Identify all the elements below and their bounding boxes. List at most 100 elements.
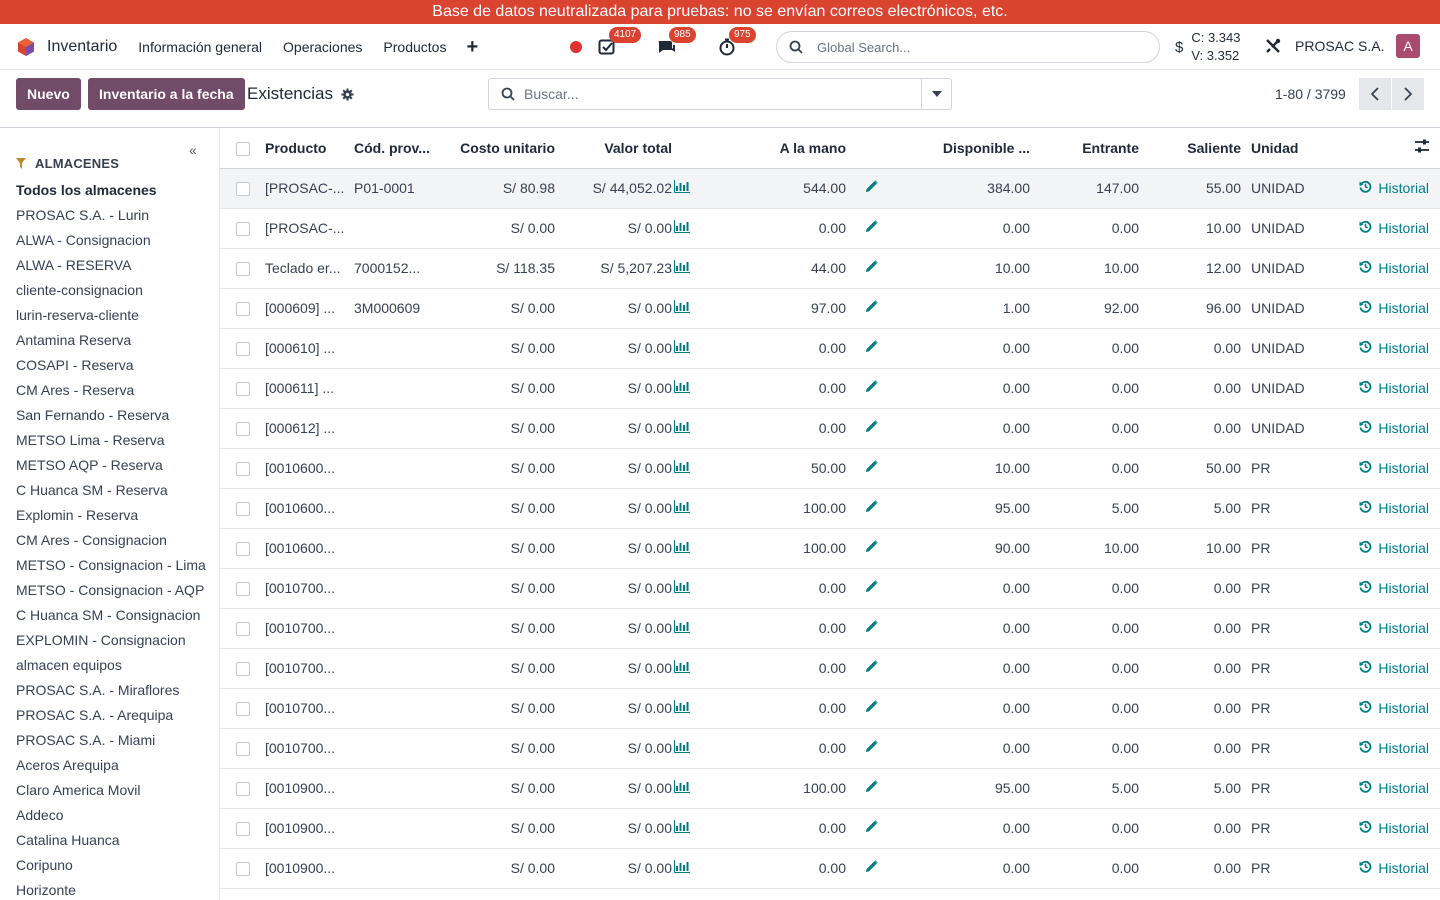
sidebar-item[interactable]: METSO - Consignacion - Lima xyxy=(16,553,219,578)
pencil-icon[interactable] xyxy=(865,220,878,236)
bar-chart-icon[interactable] xyxy=(674,260,690,276)
sidebar-item[interactable]: ALWA - Consignacion xyxy=(16,228,219,253)
cell-producto[interactable]: [PROSAC-... xyxy=(265,168,354,209)
cell-producto[interactable]: [0010600... xyxy=(265,488,354,529)
history-button[interactable]: Historial xyxy=(1359,500,1429,516)
row-checkbox[interactable] xyxy=(236,742,250,757)
sidebar-item[interactable]: Addeco xyxy=(16,803,219,828)
history-button[interactable]: Historial xyxy=(1359,220,1429,236)
bar-chart-icon[interactable] xyxy=(674,540,690,556)
bar-chart-icon[interactable] xyxy=(674,300,690,316)
bar-chart-icon[interactable] xyxy=(674,660,690,676)
bar-chart-icon[interactable] xyxy=(674,700,690,716)
pencil-icon[interactable] xyxy=(865,780,878,796)
pencil-icon[interactable] xyxy=(865,500,878,516)
pencil-icon[interactable] xyxy=(865,700,878,716)
history-button[interactable]: Historial xyxy=(1359,460,1429,476)
history-button[interactable]: Historial xyxy=(1359,300,1429,316)
sidebar-item[interactable]: METSO AQP - Reserva xyxy=(16,453,219,478)
cell-producto[interactable]: [000610] ... xyxy=(265,328,354,369)
history-button[interactable]: Historial xyxy=(1359,180,1429,196)
bar-chart-icon[interactable] xyxy=(674,500,690,516)
sidebar-item[interactable]: Aceros Arequipa xyxy=(16,753,219,778)
cell-producto[interactable]: [0010700... xyxy=(265,608,354,649)
sidebar-item[interactable]: METSO - Consignacion - AQP xyxy=(16,578,219,603)
col-costo-unitario[interactable]: Costo unitario xyxy=(452,128,555,169)
table-row[interactable]: [PROSAC-... S/ 0.00 S/ 0.00 0.00 0.00 0.00 10.… xyxy=(220,208,1440,249)
row-checkbox[interactable] xyxy=(236,422,250,437)
sidebar-item[interactable]: PROSAC S.A. - Lurin xyxy=(16,203,219,228)
row-checkbox[interactable] xyxy=(236,462,250,477)
row-checkbox[interactable] xyxy=(236,782,250,797)
pencil-icon[interactable] xyxy=(865,660,878,676)
sidebar-item[interactable]: San Fernando - Reserva xyxy=(16,403,219,428)
bar-chart-icon[interactable] xyxy=(674,860,690,876)
exchange-rate-widget[interactable]: $ C: 3.343 V: 3.352 xyxy=(1175,29,1241,65)
history-button[interactable]: Historial xyxy=(1359,780,1429,796)
pencil-icon[interactable] xyxy=(865,380,878,396)
sidebar-item[interactable]: Coripuno xyxy=(16,853,219,878)
col-a-la-mano[interactable]: A la mano xyxy=(690,128,846,169)
pencil-icon[interactable] xyxy=(865,860,878,876)
sidebar-item[interactable]: Horizonte xyxy=(16,878,219,900)
pencil-icon[interactable] xyxy=(865,180,878,196)
sidebar-item[interactable]: C Huanca SM - Reserva xyxy=(16,478,219,503)
bar-chart-icon[interactable] xyxy=(674,460,690,476)
recording-dot-icon[interactable] xyxy=(570,41,582,53)
table-row[interactable]: [0010900... S/ 0.00 S/ 0.00 100.00 95.00 5.00… xyxy=(220,768,1440,809)
row-checkbox[interactable] xyxy=(236,382,250,397)
table-row[interactable]: [0010700... S/ 0.00 S/ 0.00 0.00 0.00 0.00 0.0… xyxy=(220,608,1440,649)
row-checkbox[interactable] xyxy=(236,622,250,637)
col-producto[interactable]: Producto xyxy=(265,128,354,169)
history-button[interactable]: Historial xyxy=(1359,660,1429,676)
history-button[interactable]: Historial xyxy=(1359,620,1429,636)
cell-producto[interactable]: [0010700... xyxy=(265,728,354,769)
bar-chart-icon[interactable] xyxy=(674,220,690,236)
bar-chart-icon[interactable] xyxy=(674,340,690,356)
history-button[interactable]: Historial xyxy=(1359,260,1429,276)
sidebar-collapse-icon[interactable]: « xyxy=(189,142,197,158)
company-switcher[interactable]: PROSAC S.A. xyxy=(1295,38,1384,54)
table-row[interactable]: [PROSAC-... P01-0001 S/ 80.98 S/ 44,052.02 5… xyxy=(220,168,1440,209)
sidebar-item[interactable]: Catalina Huanca xyxy=(16,828,219,853)
new-button[interactable]: Nuevo xyxy=(16,78,81,110)
history-button[interactable]: Historial xyxy=(1359,740,1429,756)
sidebar-item[interactable]: ALWA - RESERVA xyxy=(16,253,219,278)
history-button[interactable]: Historial xyxy=(1359,580,1429,596)
row-checkbox[interactable] xyxy=(236,342,250,357)
app-name[interactable]: Inventario xyxy=(47,38,117,56)
cell-producto[interactable]: [0010600... xyxy=(265,448,354,489)
pager-value[interactable]: 1-80 / 3799 xyxy=(1275,86,1346,102)
table-row[interactable]: [0010600... S/ 0.00 S/ 0.00 50.00 10.00 0.00 5… xyxy=(220,448,1440,489)
pencil-icon[interactable] xyxy=(865,620,878,636)
pencil-icon[interactable] xyxy=(865,300,878,316)
global-search-input[interactable] xyxy=(817,39,1117,55)
pencil-icon[interactable] xyxy=(865,340,878,356)
sidebar-item[interactable]: PROSAC S.A. - Miraflores xyxy=(16,678,219,703)
row-checkbox[interactable] xyxy=(236,582,250,597)
row-checkbox[interactable] xyxy=(236,502,250,517)
quick-create-plus-icon[interactable]: + xyxy=(466,37,478,57)
cell-producto[interactable]: [0010700... xyxy=(265,648,354,689)
cell-producto[interactable]: [0010700... xyxy=(265,688,354,729)
pencil-icon[interactable] xyxy=(865,460,878,476)
row-checkbox[interactable] xyxy=(236,222,250,237)
sidebar-item[interactable]: EXPLOMIN - Consignacion xyxy=(16,628,219,653)
table-row[interactable]: [0010700... S/ 0.00 S/ 0.00 0.00 0.00 0.00 0.0… xyxy=(220,728,1440,769)
cell-producto[interactable]: [0010900... xyxy=(265,768,354,809)
select-all-checkbox[interactable] xyxy=(236,141,250,156)
col-entrante[interactable]: Entrante xyxy=(1037,128,1139,169)
pencil-icon[interactable] xyxy=(865,820,878,836)
pencil-icon[interactable] xyxy=(865,260,878,276)
table-row[interactable]: [000610] ... S/ 0.00 S/ 0.00 0.00 0.00 0.00 0.… xyxy=(220,328,1440,369)
activities-icon[interactable]: 4107 xyxy=(597,27,642,57)
row-checkbox[interactable] xyxy=(236,862,250,877)
row-checkbox[interactable] xyxy=(236,702,250,717)
row-checkbox[interactable] xyxy=(236,182,250,197)
sidebar-item[interactable]: C Huanca SM - Consignacion xyxy=(16,603,219,628)
menu-operaciones[interactable]: Operaciones xyxy=(283,39,362,55)
history-button[interactable]: Historial xyxy=(1359,540,1429,556)
table-row[interactable]: Teclado er... 7000152... S/ 118.35 S/ 5,207… xyxy=(220,248,1440,289)
col-valor-total[interactable]: Valor total xyxy=(555,128,672,169)
menu-informacion-general[interactable]: Información general xyxy=(138,39,262,55)
